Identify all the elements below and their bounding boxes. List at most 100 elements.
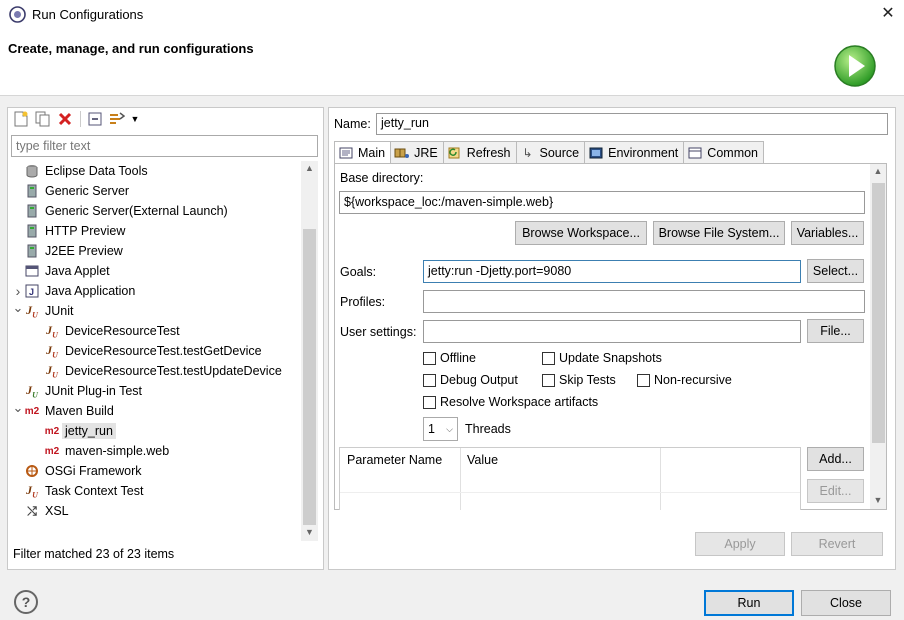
name-field[interactable]: jetty_run	[376, 113, 888, 135]
tree-item[interactable]: JU DeviceResourceTest	[32, 321, 180, 341]
filter-status: Filter matched 23 of 23 items	[13, 547, 175, 561]
tree-item[interactable]: Java Applet	[12, 261, 110, 281]
tab-common[interactable]: Common	[683, 141, 765, 163]
tab-refresh[interactable]: Refresh	[442, 141, 517, 163]
tree-item[interactable]: JU DeviceResourceTest.testUpdateDevice	[32, 361, 282, 381]
tree-item[interactable]: ⌄ m2 Maven Build	[12, 400, 114, 421]
tab-source[interactable]: ↳ Source	[515, 141, 586, 163]
close-icon[interactable]: ✕	[878, 4, 898, 24]
delete-icon[interactable]	[56, 110, 74, 128]
tab-environment[interactable]: Environment	[584, 141, 685, 163]
checkbox-box[interactable]	[542, 373, 555, 387]
common-icon	[687, 146, 703, 160]
filter-icon[interactable]	[108, 110, 126, 128]
add-parameter-button[interactable]: Add...	[807, 447, 864, 471]
tree-item[interactable]: JU DeviceResourceTest.testGetDevice	[32, 341, 262, 361]
tree-item[interactable]: JU JUnit Plug-in Test	[12, 381, 142, 401]
tree-item[interactable]: m2 jetty_run	[32, 421, 116, 441]
tree-item-label: Java Applet	[45, 264, 110, 278]
tree-item[interactable]: Eclipse Data Tools	[12, 161, 148, 181]
goals-label: Goals:	[340, 265, 377, 279]
scroll-down-icon[interactable]: ▼	[870, 495, 886, 505]
browse-workspace-button[interactable]: Browse Workspace...	[515, 221, 647, 245]
checkbox-box[interactable]	[637, 373, 650, 387]
close-button[interactable]: Close	[801, 590, 891, 616]
tree-item[interactable]: JU Task Context Test	[12, 481, 143, 501]
skip-tests-label: Skip Tests	[559, 373, 616, 387]
resolve-workspace-checkbox[interactable]: Resolve Workspace artifacts	[423, 395, 598, 409]
duplicate-icon[interactable]	[34, 110, 52, 128]
select-goals-button[interactable]: Select...	[807, 259, 864, 283]
variables-button[interactable]: Variables...	[791, 221, 864, 245]
tree-item-label: HTTP Preview	[45, 224, 126, 238]
tree-item[interactable]: ⤭ XSL	[12, 501, 69, 521]
tree-item-label: Task Context Test	[45, 484, 144, 498]
server-icon	[24, 183, 40, 199]
banner-title: Create, manage, and run configurations	[8, 41, 254, 56]
threads-select[interactable]: 1 ⌵	[423, 417, 458, 441]
filter-input[interactable]	[11, 135, 318, 157]
edit-parameter-button[interactable]: Edit...	[807, 479, 864, 503]
apply-button[interactable]: Apply	[695, 532, 785, 556]
tree-item[interactable]: ⌄ JU JUnit	[12, 300, 74, 321]
revert-button[interactable]: Revert	[791, 532, 883, 556]
toolbar-separator	[78, 110, 82, 128]
maven-icon: m2	[44, 445, 60, 457]
tree-item[interactable]: OSGi Framework	[12, 461, 142, 481]
update-snapshots-checkbox[interactable]: Update Snapshots	[542, 351, 662, 365]
profiles-label: Profiles:	[340, 295, 386, 309]
scroll-down-icon[interactable]: ▼	[301, 527, 318, 537]
chevron-right-icon[interactable]: ›	[12, 283, 24, 299]
tree-item[interactable]: Generic Server(External Launch)	[12, 201, 228, 221]
browse-file-system-button[interactable]: Browse File System...	[653, 221, 785, 245]
help-icon[interactable]: ?	[14, 590, 38, 614]
debug-output-label: Debug Output	[440, 373, 518, 387]
new-config-icon[interactable]	[12, 110, 30, 128]
tab-jre[interactable]: JRE	[390, 141, 444, 163]
tree-item[interactable]: m2 maven-simple.web	[32, 441, 169, 461]
checkbox-box[interactable]	[423, 373, 436, 387]
skip-tests-checkbox[interactable]: Skip Tests	[542, 373, 616, 387]
junit-icon: JU	[46, 322, 58, 340]
checkbox-box[interactable]	[423, 351, 436, 365]
chevron-down-icon[interactable]: ▼	[130, 110, 140, 128]
maven-icon: m2	[44, 425, 60, 437]
source-icon: ↳	[522, 145, 533, 160]
chevron-down-icon[interactable]: ⌄	[12, 400, 24, 416]
collapse-all-icon[interactable]	[86, 110, 104, 128]
user-settings-field[interactable]	[423, 320, 801, 343]
parameter-name-header[interactable]: Parameter Name	[347, 453, 442, 467]
tab-label: Environment	[608, 145, 679, 160]
scroll-up-icon[interactable]: ▲	[301, 163, 318, 173]
tree-scroll-thumb[interactable]	[303, 229, 316, 525]
base-directory-field[interactable]: ${workspace_loc:/maven-simple.web}	[339, 191, 865, 214]
tree-item[interactable]: Generic Server	[12, 181, 129, 201]
debug-output-checkbox[interactable]: Debug Output	[423, 373, 518, 387]
row-divider	[340, 492, 800, 493]
offline-checkbox[interactable]: Offline	[423, 351, 476, 365]
non-recursive-label: Non-recursive	[654, 373, 732, 387]
tab-scroll-thumb[interactable]	[872, 183, 885, 443]
goals-field[interactable]: jetty:run -Djetty.port=9080	[423, 260, 801, 283]
chevron-down-icon: ⌵	[446, 423, 453, 434]
tree-item-label: DeviceResourceTest.testUpdateDevice	[65, 364, 282, 378]
tree-item-label: XSL	[45, 504, 69, 518]
file-button[interactable]: File...	[807, 319, 864, 343]
tree-item[interactable]: › J Java Application	[12, 281, 136, 301]
checkbox-box[interactable]	[423, 395, 436, 409]
java-app-icon: J	[24, 283, 40, 299]
tree-item-label: DeviceResourceTest	[65, 324, 180, 338]
tree-item[interactable]: HTTP Preview	[12, 221, 125, 241]
chevron-down-icon[interactable]: ⌄	[12, 300, 24, 316]
run-button[interactable]: Run	[704, 590, 794, 616]
tab-label: Common	[707, 145, 759, 160]
tree-item-label: Maven Build	[45, 404, 114, 418]
non-recursive-checkbox[interactable]: Non-recursive	[637, 373, 732, 387]
tree-item[interactable]: J2EE Preview	[12, 241, 123, 261]
tab-main[interactable]: Main	[334, 141, 392, 164]
scroll-up-icon[interactable]: ▲	[870, 166, 886, 176]
checkbox-box[interactable]	[542, 351, 555, 365]
profiles-field[interactable]	[423, 290, 865, 313]
tree-item-label: jetty_run	[62, 423, 116, 439]
value-header[interactable]: Value	[467, 453, 498, 467]
